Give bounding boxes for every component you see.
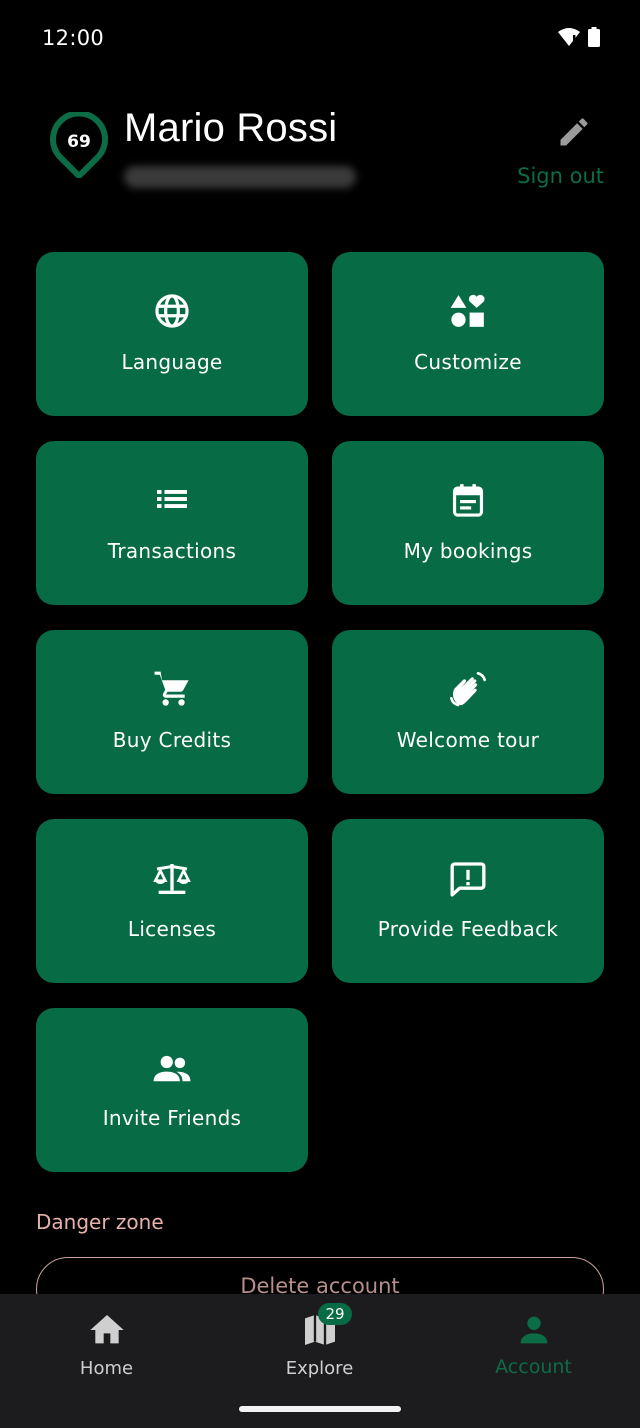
edit-profile-button[interactable] xyxy=(556,114,592,150)
level-avatar: 69 xyxy=(50,112,108,178)
tile-label: My bookings xyxy=(403,539,533,563)
list-icon xyxy=(157,490,187,508)
pencil-icon xyxy=(560,118,588,146)
person-icon xyxy=(520,1316,547,1344)
tile-label: Customize xyxy=(414,350,522,374)
profile-header: 69 Mario Rossi Sign out xyxy=(0,100,640,210)
nav-label: Explore xyxy=(285,1358,354,1379)
nav-account[interactable]: Account xyxy=(427,1294,640,1394)
balance-scale-icon xyxy=(153,864,191,894)
cart-icon xyxy=(154,671,189,706)
danger-zone-title: Danger zone xyxy=(36,1210,164,1234)
shapes-icon xyxy=(450,294,485,327)
invite-friends-tile[interactable]: Invite Friends xyxy=(36,1008,308,1172)
home-indicator[interactable] xyxy=(239,1406,401,1412)
people-icon xyxy=(153,1055,191,1082)
status-time: 12:00 xyxy=(42,26,105,50)
nav-home[interactable]: Home xyxy=(0,1294,213,1394)
tile-label: Licenses xyxy=(127,917,217,941)
nav-label: Home xyxy=(79,1358,134,1379)
battery-icon xyxy=(588,27,600,47)
tile-label: Language xyxy=(121,350,223,374)
user-name: Mario Rossi xyxy=(124,106,338,150)
waving-hand-icon xyxy=(450,672,486,707)
globe-icon xyxy=(155,294,189,328)
my-bookings-tile[interactable]: My bookings xyxy=(332,441,604,605)
home-icon xyxy=(89,1315,124,1344)
tile-label: Buy Credits xyxy=(112,728,232,752)
customize-tile[interactable]: Customize xyxy=(332,252,604,416)
buy-credits-tile[interactable]: Buy Credits xyxy=(36,630,308,794)
licenses-tile[interactable]: Licenses xyxy=(36,819,308,983)
transactions-tile[interactable]: Transactions xyxy=(36,441,308,605)
provide-feedback-tile[interactable]: Provide Feedback xyxy=(332,819,604,983)
status-icons xyxy=(558,27,600,47)
tile-label: Provide Feedback xyxy=(377,917,559,941)
tile-label: Welcome tour xyxy=(396,728,540,752)
welcome-tour-tile[interactable]: Welcome tour xyxy=(332,630,604,794)
calendar-icon xyxy=(452,484,484,517)
sign-out-button[interactable]: Sign out xyxy=(517,164,604,188)
user-email-redacted xyxy=(124,166,356,188)
status-bar: 12:00 xyxy=(0,0,640,78)
tile-label: Transactions xyxy=(107,539,237,563)
tile-label: Invite Friends xyxy=(102,1106,242,1130)
nav-label: Account xyxy=(495,1356,572,1378)
feedback-icon xyxy=(450,862,486,897)
level-value: 69 xyxy=(67,132,91,152)
wifi-icon xyxy=(558,28,580,46)
explore-badge: 29 xyxy=(318,1303,352,1325)
language-tile[interactable]: Language xyxy=(36,252,308,416)
